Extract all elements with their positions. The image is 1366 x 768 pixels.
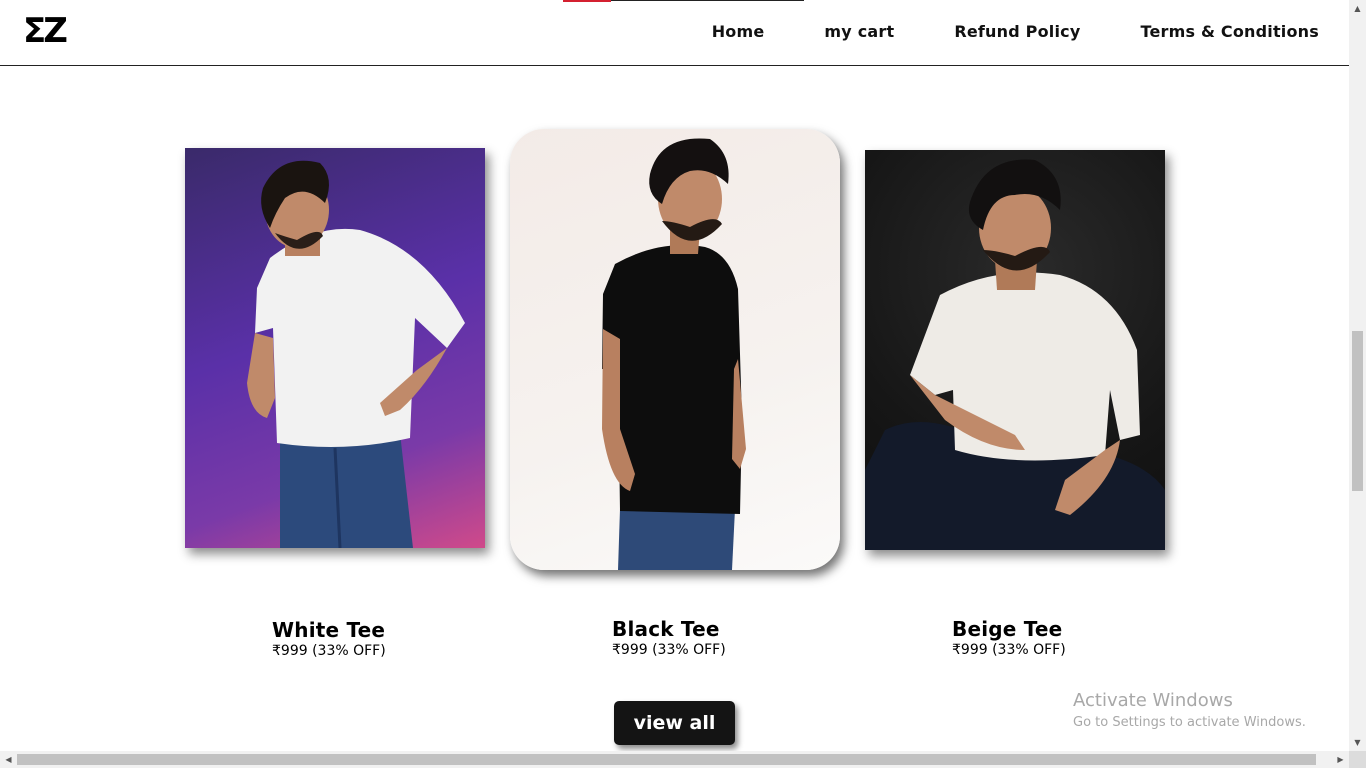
scroll-down-icon[interactable]: ▼ bbox=[1349, 734, 1366, 751]
vertical-scrollbar[interactable]: ▲ ▼ bbox=[1349, 0, 1366, 751]
activate-windows-title: Activate Windows bbox=[1073, 690, 1233, 711]
product-image-beige-tee[interactable] bbox=[865, 150, 1165, 550]
product-name-white-tee[interactable]: White Tee bbox=[272, 618, 385, 642]
nav-home[interactable]: Home bbox=[712, 22, 765, 41]
product-image-white-tee[interactable] bbox=[185, 148, 485, 548]
nav-refund-policy[interactable]: Refund Policy bbox=[954, 22, 1080, 41]
horizontal-scroll-thumb[interactable] bbox=[17, 754, 1316, 765]
activate-windows-subtitle: Go to Settings to activate Windows. bbox=[1073, 715, 1306, 730]
product-price-beige-tee: ₹999 (33% OFF) bbox=[952, 642, 1066, 658]
horizontal-scrollbar[interactable]: ◀ ▶ bbox=[0, 751, 1349, 768]
product-price-white-tee: ₹999 (33% OFF) bbox=[272, 643, 386, 659]
nav-terms-conditions[interactable]: Terms & Conditions bbox=[1140, 22, 1319, 41]
scroll-progress-bar bbox=[563, 0, 804, 2]
model-black-tee-photo bbox=[602, 138, 746, 570]
model-white-tee-photo bbox=[247, 160, 465, 548]
nav-my-cart[interactable]: my cart bbox=[824, 22, 894, 41]
product-price-black-tee: ₹999 (33% OFF) bbox=[612, 642, 726, 658]
site-logo[interactable]: ΣZ bbox=[23, 14, 68, 48]
scrollbar-corner bbox=[1349, 751, 1366, 768]
view-all-button[interactable]: view all bbox=[614, 701, 735, 745]
scroll-up-icon[interactable]: ▲ bbox=[1349, 0, 1366, 17]
model-beige-tee-photo bbox=[865, 159, 1165, 550]
product-name-beige-tee[interactable]: Beige Tee bbox=[952, 617, 1062, 641]
site-header: ΣZ Home my cart Refund Policy Terms & Co… bbox=[0, 0, 1349, 66]
scroll-right-icon[interactable]: ▶ bbox=[1332, 751, 1349, 768]
main-nav: Home my cart Refund Policy Terms & Condi… bbox=[712, 22, 1319, 41]
product-image-black-tee[interactable] bbox=[510, 129, 840, 570]
scroll-progress-fill bbox=[563, 0, 612, 2]
scroll-left-icon[interactable]: ◀ bbox=[0, 751, 17, 768]
product-name-black-tee[interactable]: Black Tee bbox=[612, 617, 720, 641]
vertical-scroll-thumb[interactable] bbox=[1352, 331, 1363, 491]
